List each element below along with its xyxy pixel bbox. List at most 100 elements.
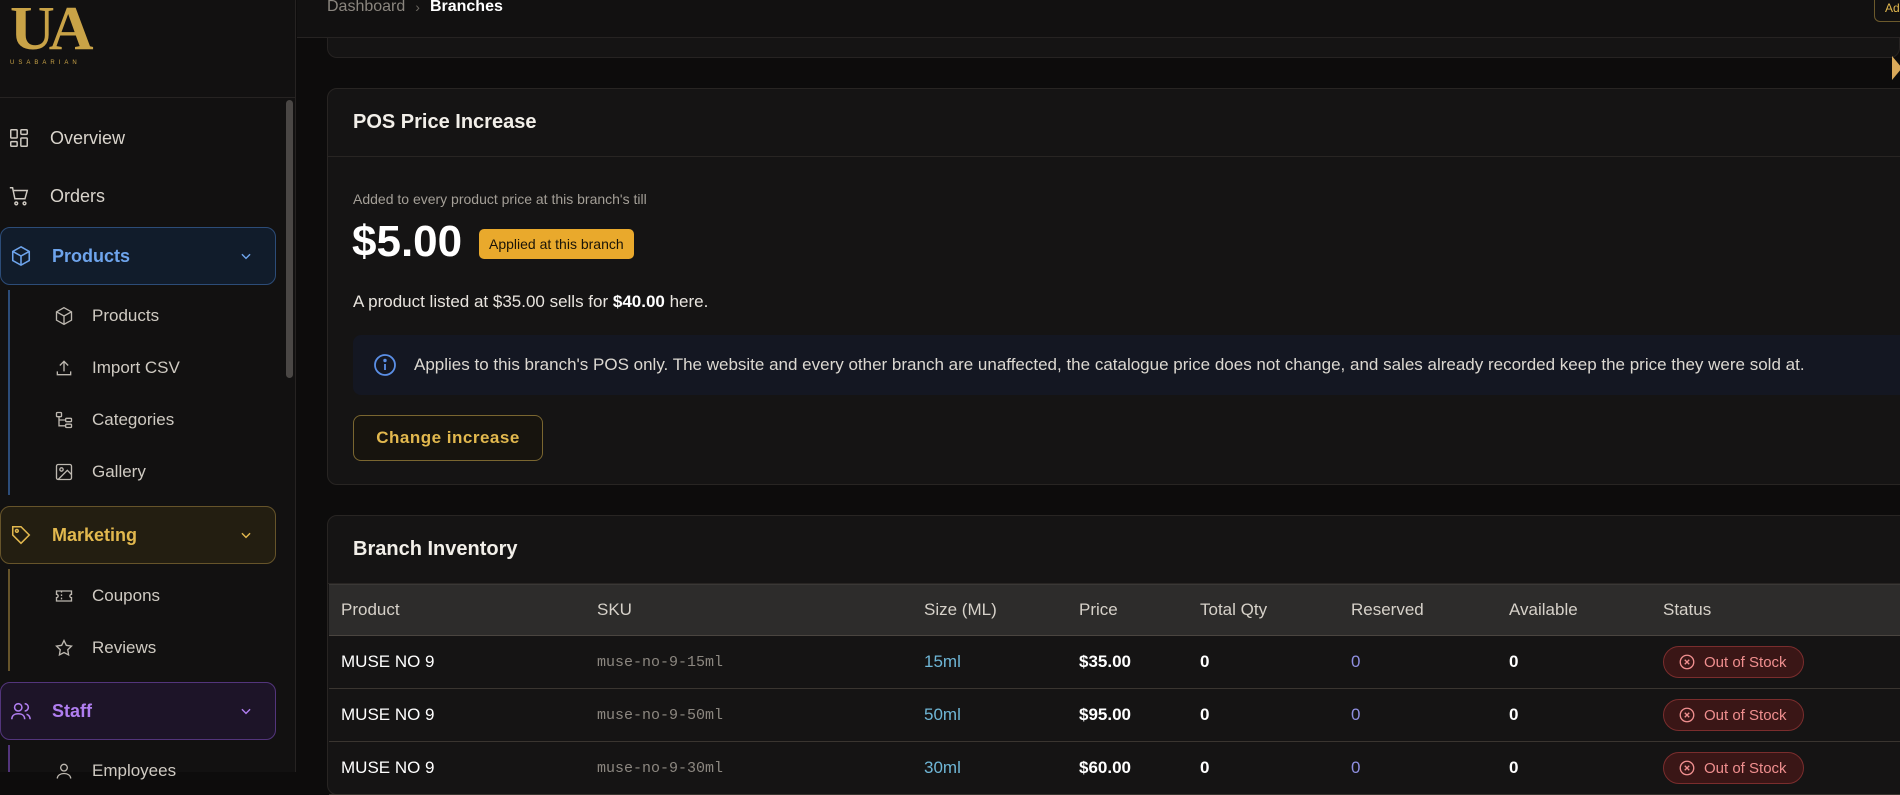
x-circle-icon [1679,760,1695,776]
change-increase-button[interactable]: Change increase [353,415,543,461]
price-cell: $95.00 [1079,705,1131,724]
status-cell: Out of Stock [1651,689,1900,742]
reserved-cell[interactable]: 0 [1339,636,1497,689]
sidebar-subitem-products[interactable]: Products [0,294,276,338]
column-header[interactable]: Available [1497,585,1651,636]
column-header[interactable]: SKU [585,585,912,636]
sidebar-group-label: Staff [52,700,92,721]
pos-increase-amount: $5.00 [352,217,463,266]
table-row[interactable]: MUSE NO 9 muse-no-9-30ml 30ml $60.00 0 0… [329,742,1900,795]
chevron-down-icon [241,708,251,715]
breadcrumb-current: Branches [429,0,503,15]
info-text: Applies to this branch's POS only. The w… [414,355,1805,374]
breadcrumb-dashboard[interactable]: Dashboard [327,0,405,16]
sidebar-subitem-gallery[interactable]: Gallery [0,450,276,494]
sidebar-subitem-label: Import CSV [92,358,180,377]
note-suffix: here. [664,292,709,311]
column-header[interactable]: Reserved [1339,585,1497,636]
sku-cell: muse-no-9-30ml [597,759,724,777]
product-cell: MUSE NO 9 [341,705,435,724]
ticket-icon [55,590,73,602]
info-icon [374,354,396,376]
product-cell: MUSE NO 9 [341,652,435,671]
user-icon [56,763,72,779]
sidebar-subitem-coupons[interactable]: Coupons [0,574,276,618]
tag-icon [11,525,31,545]
size-cell: 15ml [924,652,961,671]
branch-inventory-card: Branch Inventory Product SKU Size (ML) P… [327,515,1900,795]
available-cell: 0 [1509,758,1519,777]
sidebar-subitem-employees[interactable]: Employees [0,749,276,793]
reserved-cell[interactable]: 0 [1339,742,1497,795]
sidebar-subitem-label: Categories [92,410,175,429]
sidebar-scrollbar[interactable] [284,98,294,772]
column-header[interactable]: Size (ML) [912,585,1067,636]
reserved-cell[interactable]: 0 [1339,689,1497,742]
users-icon [11,702,31,720]
product-cell: MUSE NO 9 [341,758,435,777]
column-header[interactable]: Product [329,585,585,636]
breadcrumb: Dashboard › Branches [327,0,503,16]
cursor-arrow-icon [1892,56,1900,80]
brand-logo[interactable]: UA USABARIAN [10,0,94,74]
size-cell: 50ml [924,705,961,724]
sidebar-group-staff[interactable]: Staff [0,682,276,740]
status-cell: Out of Stock [1651,742,1900,795]
column-header[interactable]: Status [1651,585,1900,636]
sidebar-subitem-categories[interactable]: Categories [0,398,276,442]
status-badge: Out of Stock [1663,699,1804,731]
sidebar-subitem-label: Employees [92,761,177,780]
sidebar-divider [0,97,296,98]
scroll-thumb[interactable] [286,100,293,378]
sku-cell: muse-no-9-15ml [597,653,724,671]
sidebar-item-orders[interactable]: Orders [0,170,276,222]
status-badge: Out of Stock [1663,646,1804,678]
upload-icon [56,360,72,376]
sidebar: UA USABARIAN Overview Orders Products Pr… [0,0,296,780]
card-title: POS Price Increase [328,89,1900,157]
sidebar-subitem-label: Coupons [92,586,161,605]
sidebar-item-overview[interactable]: Overview [0,112,276,164]
note-prefix: A product listed at $35.00 sells for [353,292,613,311]
logo-mark: UA [10,0,94,63]
logo-wordmark: USABARIAN [10,60,81,66]
chevron-right-icon: › [415,0,420,15]
price-cell: $35.00 [1079,652,1131,671]
x-circle-icon [1679,654,1695,670]
sidebar-item-label: Overview [50,127,126,148]
table-row[interactable]: MUSE NO 9 muse-no-9-15ml 15ml $35.00 0 0… [329,636,1900,689]
table-header-row: Product SKU Size (ML) Price Total Qty Re… [329,584,1900,636]
sidebar-subitem-label: Gallery [92,462,146,481]
topbar: Dashboard › Branches Ad [297,0,1900,38]
status-badge: Out of Stock [1663,752,1804,784]
box-icon [55,306,73,326]
sidebar-subitem-import-csv[interactable]: Import CSV [0,346,276,390]
sidebar-group-marketing[interactable]: Marketing [0,506,276,564]
size-cell: 30ml [924,758,961,777]
topbar-action-button[interactable]: Ad [1874,0,1900,22]
pos-example-note: A product listed at $35.00 sells for $40… [353,292,708,312]
star-icon [55,638,73,657]
chevron-down-icon [241,532,251,539]
table-row[interactable]: MUSE NO 9 muse-no-9-50ml 50ml $95.00 0 0… [329,689,1900,742]
tree-icon [55,411,73,429]
price-cell: $60.00 [1079,758,1131,777]
sidebar-subitem-reviews[interactable]: Reviews [0,626,276,670]
column-header[interactable]: Price [1067,585,1188,636]
status-cell: Out of Stock [1651,636,1900,689]
box-icon [11,245,31,267]
sidebar-group-products[interactable]: Products [0,227,276,285]
cart-icon [9,187,29,206]
total-qty-cell: 0 [1200,652,1210,671]
card-title: Branch Inventory [328,516,1900,584]
sidebar-group-label: Marketing [52,524,138,545]
sidebar-item-label: Orders [50,185,106,206]
column-header[interactable]: Total Qty [1188,585,1339,636]
sidebar-subitem-label: Reviews [92,638,157,657]
grid-icon [10,129,28,147]
sku-cell: muse-no-9-50ml [597,706,724,724]
status-badge: Applied at this branch [479,229,634,259]
sidebar-subitem-label: Products [92,306,160,325]
inventory-table: Product SKU Size (ML) Price Total Qty Re… [329,584,1900,795]
pos-price-increase-card: POS Price Increase Added to every produc… [327,88,1900,485]
